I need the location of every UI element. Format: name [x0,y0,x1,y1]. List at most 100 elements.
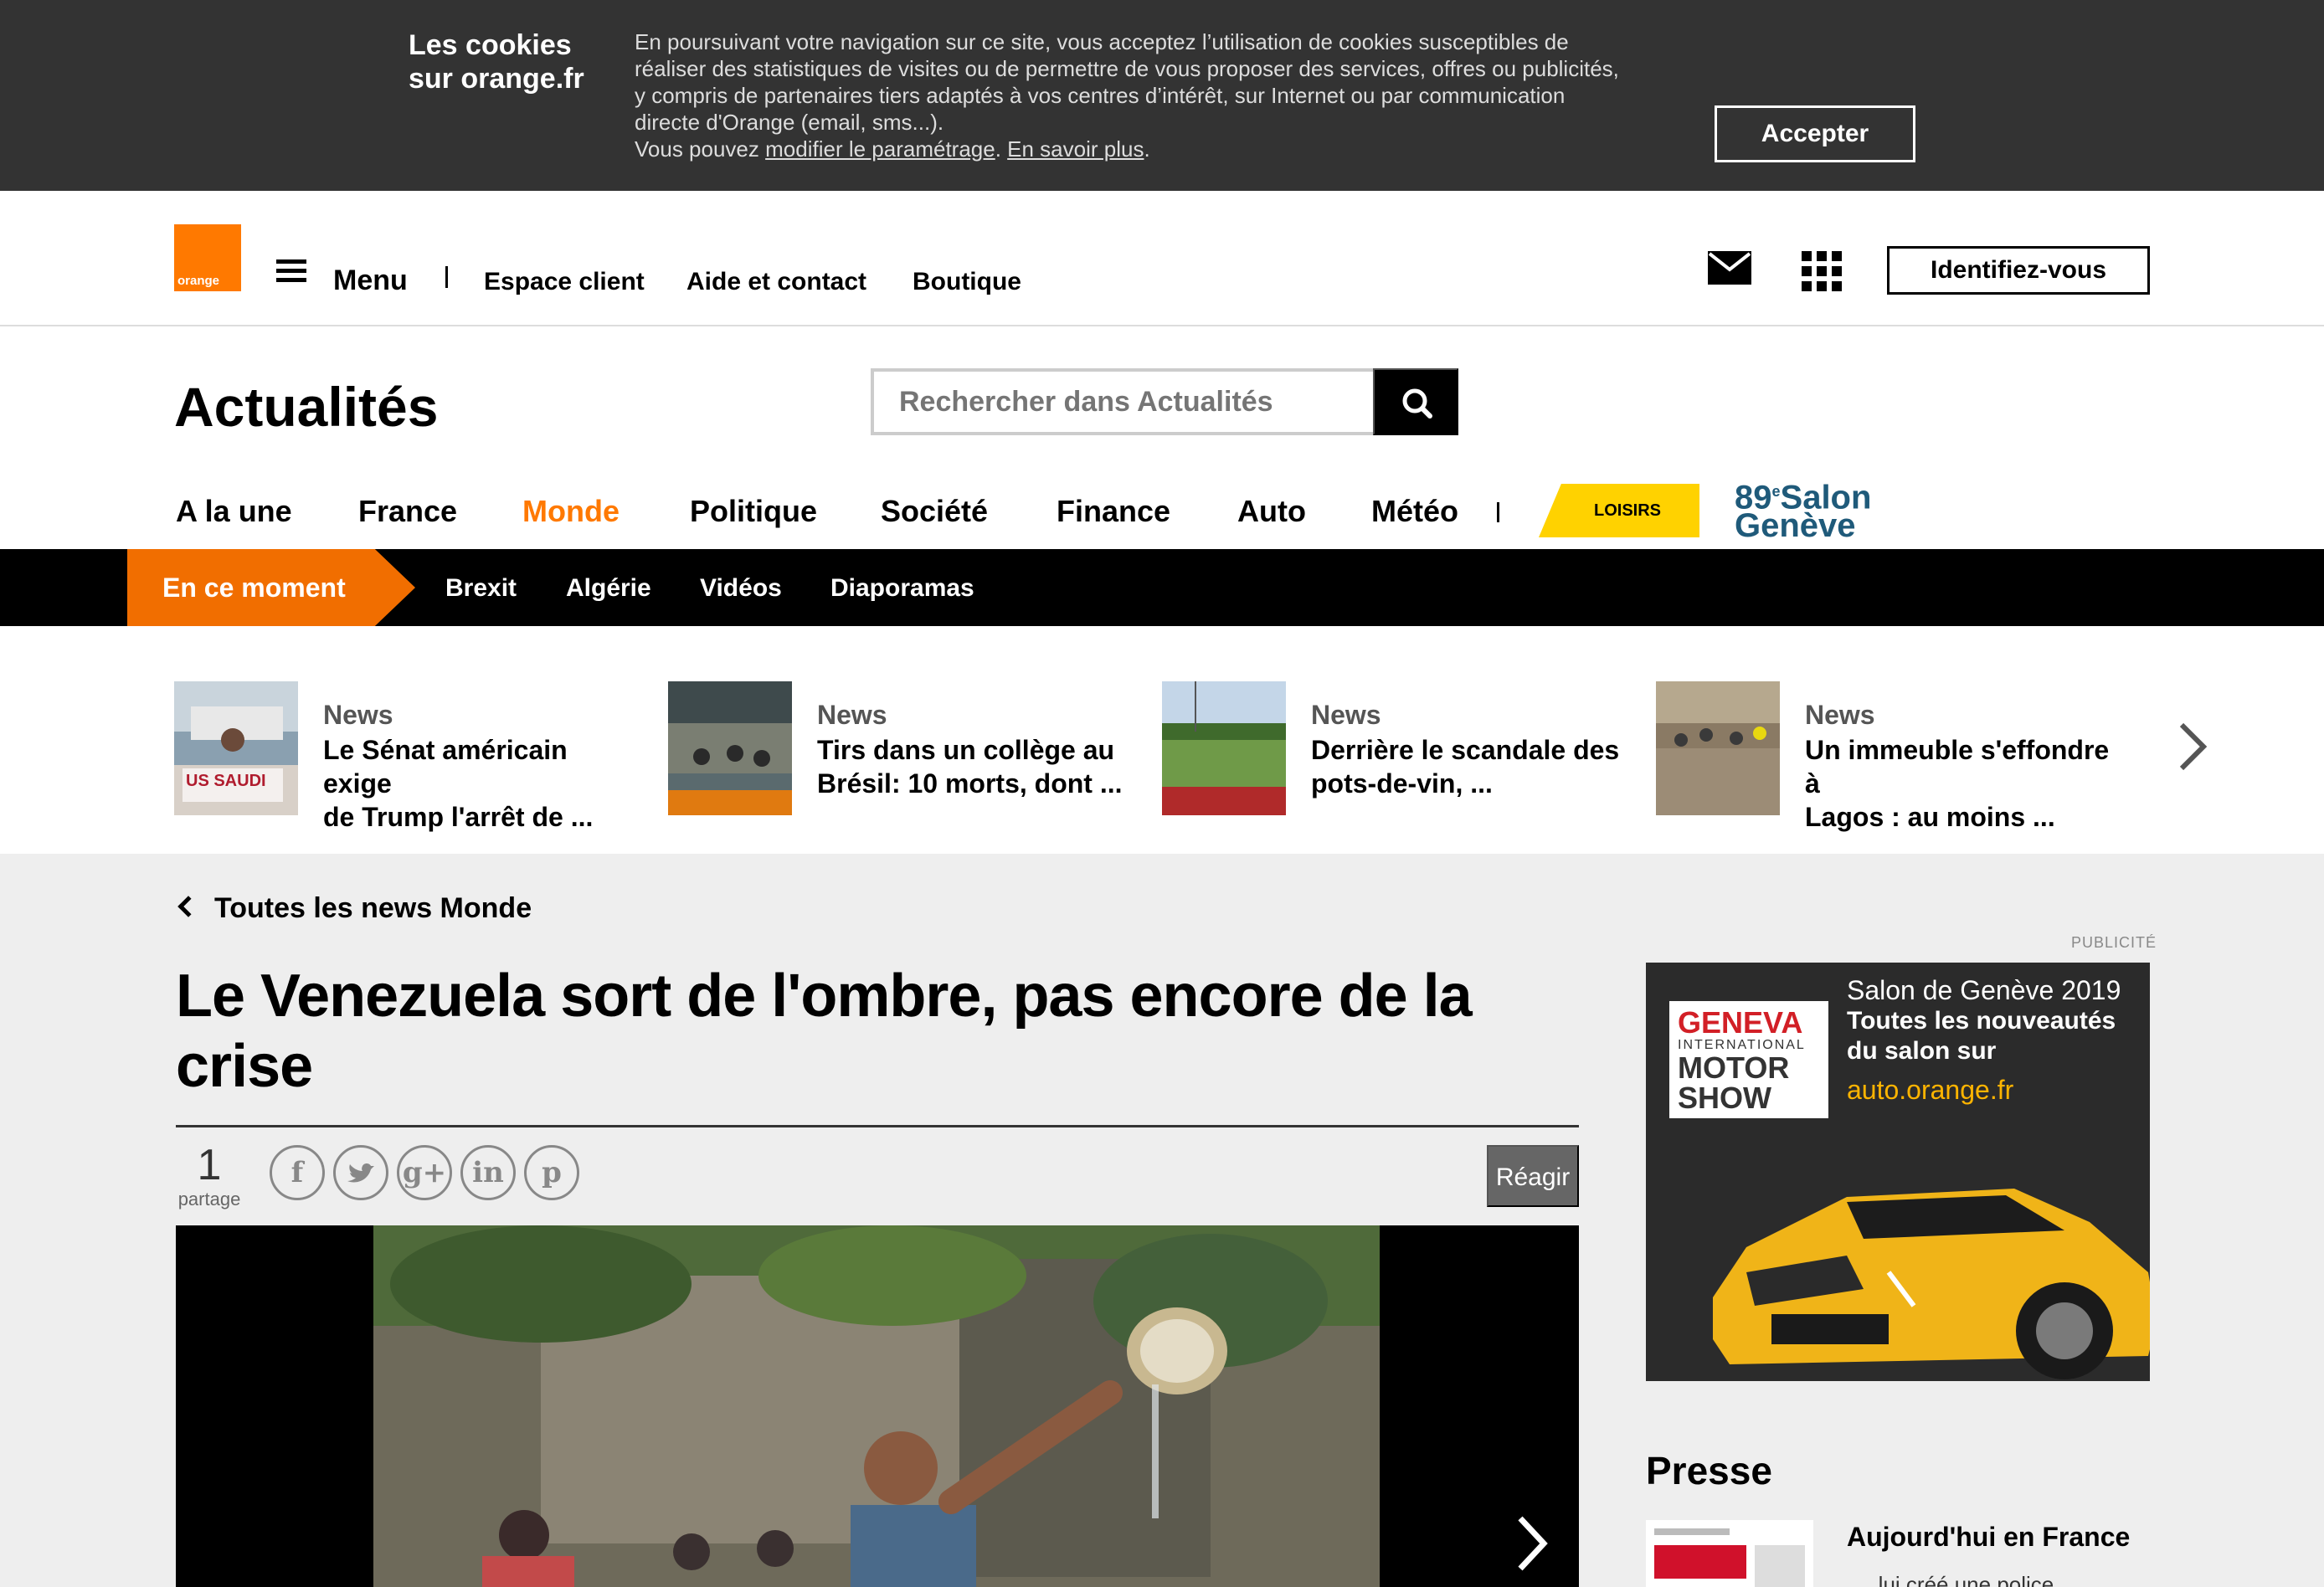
cookie-end: . [1144,136,1150,162]
cookie-sep: . [995,136,1008,162]
page-title: Actualités [174,376,439,438]
news-category: News [1311,700,1381,730]
news-title: Le Sénat américain exige de Trump l'arrêt… [323,735,594,832]
accept-cookies-button[interactable]: Accepter [1715,105,1915,162]
cookie-text-prefix: Vous pouvez [635,136,766,162]
article-title-line: Le Venezuela sort de l'ombre, pas encore… [176,963,1473,1030]
news-thumbnail [1656,681,1780,815]
article-title: Le Venezuela sort de l'ombre, pas encore… [176,961,1582,1102]
search-input[interactable] [874,372,1368,432]
loisirs-button[interactable]: LOISIRS [1539,484,1699,537]
nav-divider [1497,502,1499,522]
react-button[interactable]: Réagir [1487,1145,1579,1207]
modify-settings-link[interactable]: modifier le paramétrage [765,136,995,162]
chevron-right-icon[interactable] [1515,1510,1549,1577]
cookie-text-line: En poursuivant votre navigation sur ce s… [635,29,1569,54]
ad-label: PUBLICITÉ [2071,934,2157,951]
cookie-title: Les cookies sur orange.fr [409,28,626,95]
news-thumbnail [668,681,792,815]
espace-client-link[interactable]: Espace client [484,268,645,296]
news-card[interactable]: News Un immeuble s'effondre à Lagos : au … [1656,681,2125,832]
news-title: Tirs dans un collège au Brésil: 10 morts,… [817,735,1123,799]
search-box [871,368,1458,435]
trending-label: En ce moment [127,549,415,626]
trending-videos[interactable]: Vidéos [700,574,782,603]
cookie-text-line: réaliser des statistiques de visites ou … [635,56,1619,81]
orange-logo[interactable]: orange [174,224,241,291]
news-category: News [817,700,887,730]
news-category: News [323,700,393,730]
chevron-left-icon [177,896,199,917]
boutique-link[interactable]: Boutique [913,268,1021,296]
salon-sup: e [1771,483,1781,500]
news-thumbnail: US SAUDI [174,681,298,815]
divider [445,266,448,288]
nav-monde[interactable]: Monde [522,494,620,529]
hero-photo [373,1225,1380,1587]
ad-url: auto.orange.fr [1847,1075,2014,1105]
article-title-line: crise [176,1033,313,1100]
nav-finance[interactable]: Finance [1057,494,1170,529]
cookie-links-line: Vous pouvez modifier le paramétrage. En … [635,136,1673,162]
twitter-icon[interactable] [333,1145,388,1200]
pinterest-icon[interactable]: p [524,1145,579,1200]
newspaper-thumbnail[interactable] [1646,1520,1813,1587]
cookie-title-line1: Les cookies [409,29,572,61]
trending-bar: En ce moment Brexit Algérie Vidéos Diapo… [0,549,2324,626]
main-nav: A la une France Monde Politique Société … [0,480,2324,546]
hamburger-icon[interactable] [276,259,306,283]
share-count-number: 1 [197,1141,222,1189]
salon-geneve-logo[interactable]: 89eSalon Genève [1735,477,1885,545]
ad-headline: Salon de Genève 2019 [1847,975,2121,1005]
presse-heading: Presse [1646,1449,1772,1492]
news-card[interactable]: US SAUDI News Le Sénat américain exige de… [174,681,643,832]
cookie-text-line: directe d'Orange (email, sms...). [635,110,944,135]
chevron-right-icon[interactable] [2175,722,2208,772]
presse-item-title[interactable]: Aujourd'hui en France [1847,1522,2130,1553]
trending-diaporamas[interactable]: Diaporamas [830,574,974,603]
linkedin-icon[interactable]: in [460,1145,516,1200]
news-carousel: US SAUDI News Le Sénat américain exige de… [0,643,2324,854]
news-title: Un immeuble s'effondre à Lagos : au moins… [1805,735,2110,832]
cookie-title-line2: sur orange.fr [409,63,584,95]
nav-societe[interactable]: Société [881,494,988,529]
cookie-text-line: y compris de partenaires tiers adaptés à… [635,83,1566,108]
facebook-icon[interactable]: f [270,1145,325,1200]
advertisement-banner[interactable]: GENEVA INTERNATIONAL MOTOR SHOW Salon de … [1646,963,2150,1381]
trending-algerie[interactable]: Algérie [566,574,651,603]
google-plus-icon[interactable]: g+ [397,1145,452,1200]
news-title: Derrière le scandale des pots-de-vin, ... [1311,735,1620,799]
geneva-motor-show-logo: GENEVA INTERNATIONAL MOTOR SHOW [1669,1001,1828,1118]
news-thumbnail [1162,681,1286,815]
back-to-monde-link[interactable]: Toutes les news Monde [174,892,532,925]
mail-icon[interactable] [1708,251,1751,285]
ad-subline: Toutes les nouveautés du salon sur [1847,1007,2116,1065]
orange-logo-text: orange [177,274,220,288]
orange-top-bar: orange Menu Espace client Aide et contac… [0,191,2324,326]
cookie-banner: Les cookies sur orange.fr En poursuivant… [0,0,2324,191]
news-category: News [1805,700,1875,730]
share-count-label: partage [177,1189,241,1210]
salon-city: Genève [1735,507,1856,545]
news-card[interactable]: News Derrière le scandale des pots-de-vin… [1162,681,1631,815]
nav-france[interactable]: France [358,494,457,529]
apps-grid-icon[interactable] [1802,251,1842,291]
newspaper-cover [1646,1520,1813,1587]
search-button[interactable] [1373,368,1458,435]
news-card[interactable]: News Tirs dans un collège au Brésil: 10 m… [668,681,1137,815]
aide-contact-link[interactable]: Aide et contact [686,268,866,296]
svg-text:US SAUDI: US SAUDI [186,772,266,790]
car-image [1713,1189,2150,1379]
search-icon [1402,388,1432,419]
identify-button[interactable]: Identifiez-vous [1887,246,2150,295]
nav-politique[interactable]: Politique [690,494,817,529]
presse-item-excerpt: ...lui créé une police [1860,1572,2054,1587]
title-divider [176,1125,1579,1127]
trending-brexit[interactable]: Brexit [445,574,517,603]
nav-auto[interactable]: Auto [1237,494,1306,529]
nav-meteo[interactable]: Météo [1371,494,1458,529]
back-link-label: Toutes les news Monde [214,892,532,924]
learn-more-link[interactable]: En savoir plus [1007,136,1144,162]
menu-button[interactable]: Menu [333,264,408,297]
nav-a-la-une[interactable]: A la une [176,494,292,529]
